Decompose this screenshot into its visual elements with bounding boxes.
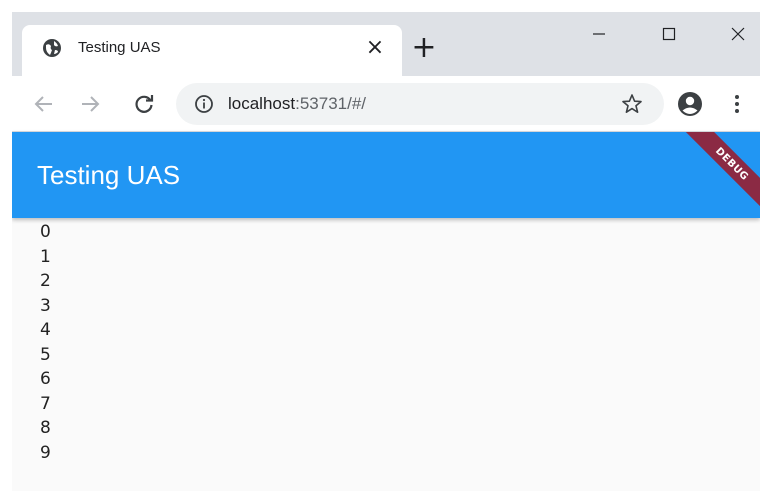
tab-strip: Testing UAS × + — [12, 12, 760, 76]
list-item: 7 — [40, 393, 51, 414]
browser-window: Testing UAS × + localhost:53731/#/ Testi… — [12, 12, 760, 491]
browser-toolbar: localhost:53731/#/ — [12, 76, 760, 132]
star-icon[interactable] — [620, 92, 644, 116]
list-item: 1 — [40, 246, 51, 267]
globe-icon — [42, 38, 62, 58]
tab-title: Testing UAS — [78, 39, 161, 56]
list-item: 8 — [40, 418, 51, 438]
list-item: 2 — [40, 271, 51, 291]
list-item: 5 — [40, 344, 51, 365]
list-item: 9 — [40, 442, 51, 463]
minimize-icon[interactable] — [579, 20, 619, 48]
browser-tab[interactable]: Testing UAS × — [22, 25, 402, 76]
list-item: 4 — [40, 320, 51, 340]
close-icon[interactable] — [718, 20, 758, 48]
maximize-icon[interactable] — [649, 20, 689, 48]
list-item: 6 — [40, 369, 51, 389]
back-arrow-icon[interactable] — [30, 90, 58, 118]
profile-icon[interactable] — [676, 90, 704, 118]
url-host: localhost — [228, 94, 296, 113]
new-tab-button[interactable]: + — [410, 33, 438, 63]
menu-icon[interactable] — [729, 90, 745, 118]
list-item: 0 — [40, 222, 51, 242]
url-text[interactable]: localhost:53731/#/ — [228, 94, 366, 114]
app-bar: Testing UAS DEBUG — [12, 132, 760, 218]
address-bar[interactable]: localhost:53731/#/ — [176, 83, 664, 125]
debug-banner: DEBUG — [678, 132, 760, 218]
url-path: :53731/#/ — [295, 94, 367, 113]
number-list: 0 1 2 3 4 5 6 7 8 9 — [40, 220, 240, 465]
info-icon[interactable] — [194, 94, 214, 114]
list-item: 3 — [40, 295, 51, 316]
tab-close-icon[interactable]: × — [362, 34, 388, 60]
forward-arrow-icon[interactable] — [76, 90, 104, 118]
reload-icon[interactable] — [130, 90, 158, 118]
app-title: Testing UAS — [37, 160, 181, 190]
